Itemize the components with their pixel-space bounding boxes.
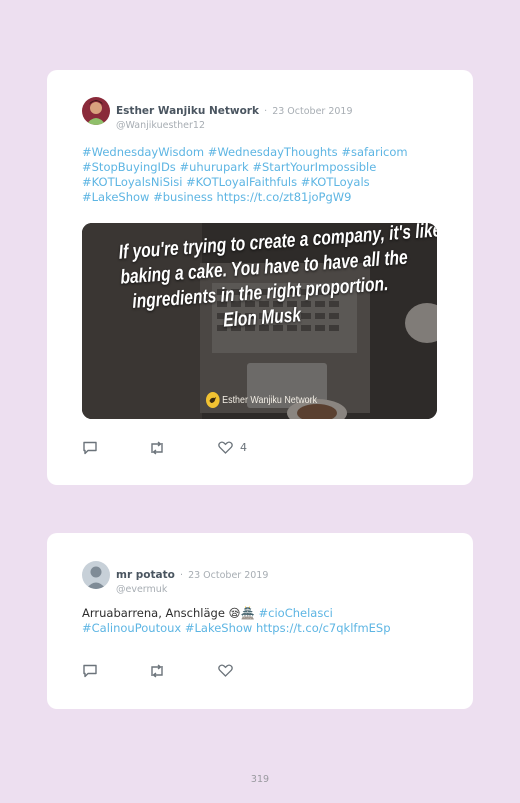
reply-button[interactable]	[82, 664, 98, 678]
separator: ·	[179, 570, 183, 581]
retweet-button[interactable]	[148, 664, 166, 678]
author-name[interactable]: mr potato	[116, 569, 175, 581]
hashtag-link[interactable]: #StartYourImpossible	[252, 160, 376, 174]
reply-icon	[83, 441, 97, 455]
like-button[interactable]	[218, 664, 240, 677]
image-credit: Esther Wanjiku Network	[206, 391, 317, 409]
tweet-date[interactable]: 23 October 2019	[272, 106, 352, 117]
tweet-actions	[82, 664, 382, 682]
tweet-card: mr potato · 23 October 2019 @evermuk Arr…	[47, 533, 473, 709]
tweet-text: #WednesdayWisdom #WednesdayThoughts #saf…	[82, 145, 442, 205]
page-number: 319	[250, 774, 270, 785]
tweet-text-line: #StopBuyingIDs #uhurupark #StartYourImpo…	[82, 160, 442, 175]
retweet-icon	[151, 664, 163, 678]
hashtag-link[interactable]: #safaricom	[341, 145, 407, 159]
tweet-text-line: #LakeShow #business https://t.co/zt81joP…	[82, 190, 442, 205]
tweet-text-line: #CalinouPoutoux #LakeShow https://t.co/c…	[82, 621, 442, 636]
retweet-icon	[151, 441, 163, 455]
hashtag-link[interactable]: #KOTLoyalsNiSisi	[82, 175, 182, 189]
like-icon	[218, 664, 233, 677]
tweet-date[interactable]: 23 October 2019	[188, 570, 268, 581]
quote-overlay: If you're trying to create a company, it…	[118, 223, 437, 341]
tweet-actions: 4	[82, 441, 382, 459]
avatar[interactable]	[82, 97, 110, 125]
hashtag-link[interactable]: #KOTLoyalFaithfuls	[186, 175, 297, 189]
hashtag-link[interactable]: #LakeShow	[82, 190, 149, 204]
like-button[interactable]: 4	[218, 441, 247, 454]
reply-icon	[83, 664, 97, 678]
tweet-text-line: #WednesdayWisdom #WednesdayThoughts #saf…	[82, 145, 442, 160]
retweet-button[interactable]	[148, 441, 166, 455]
hashtag-link[interactable]: #CalinouPoutoux	[82, 621, 181, 635]
hashtag-link[interactable]: #cioChelasci	[259, 606, 333, 620]
tweet-text: Arruabarrena, Anschläge 😪🏯 #cioChelasci #…	[82, 606, 442, 636]
tweet-text-segment: Arruabarrena, Anschläge 😪🏯	[82, 606, 259, 620]
like-count: 4	[240, 441, 247, 454]
author-handle[interactable]: @Wanjikuesther12	[116, 120, 353, 131]
author-handle[interactable]: @evermuk	[116, 584, 268, 595]
hashtag-link[interactable]: #WednesdayThoughts	[208, 145, 338, 159]
tweet-card: Esther Wanjiku Network · 23 October 2019…	[47, 70, 473, 485]
separator: ·	[264, 106, 268, 117]
author-name[interactable]: Esther Wanjiku Network	[116, 105, 259, 117]
hashtag-link[interactable]: #business	[153, 190, 213, 204]
hashtag-link[interactable]: #WednesdayWisdom	[82, 145, 204, 159]
image-credit-text: Esther Wanjiku Network	[222, 394, 318, 406]
tweet-text-line: #KOTLoyalsNiSisi #KOTLoyalFaithfuls #KOT…	[82, 175, 442, 190]
hashtag-link[interactable]: https://t.co/c7qklfmESp	[256, 621, 391, 635]
hashtag-link[interactable]: #uhurupark	[179, 160, 248, 174]
tweet-text-line: Arruabarrena, Anschläge 😪🏯 #cioChelasci	[82, 606, 442, 621]
hashtag-link[interactable]: #LakeShow	[185, 621, 252, 635]
like-icon	[218, 441, 233, 454]
hashtag-link[interactable]: #KOTLoyals	[301, 175, 370, 189]
reply-button[interactable]	[82, 441, 98, 455]
hashtag-link[interactable]: https://t.co/zt81joPgW9	[217, 190, 352, 204]
twitter-bird-icon	[206, 392, 220, 408]
avatar[interactable]	[82, 561, 110, 589]
hashtag-link[interactable]: #StopBuyingIDs	[82, 160, 176, 174]
tweet-image[interactable]: If you're trying to create a company, it…	[82, 223, 437, 419]
